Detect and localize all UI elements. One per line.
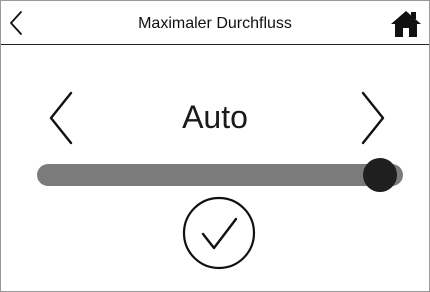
page-title: Maximaler Durchfluss xyxy=(138,15,292,32)
header-bar: Maximaler Durchfluss xyxy=(1,1,429,45)
checkmark-circle-icon xyxy=(182,196,256,270)
slider-thumb[interactable] xyxy=(363,158,397,192)
confirm-button[interactable] xyxy=(181,195,257,271)
chevron-right-icon xyxy=(361,91,385,145)
home-button[interactable] xyxy=(389,9,423,39)
slider-track[interactable] xyxy=(37,164,403,186)
screen: Maximaler Durchfluss Auto xyxy=(0,0,430,292)
value-selector: Auto xyxy=(1,83,429,153)
next-value-button[interactable] xyxy=(356,89,390,147)
home-icon xyxy=(391,11,421,37)
flow-slider[interactable] xyxy=(37,158,403,192)
